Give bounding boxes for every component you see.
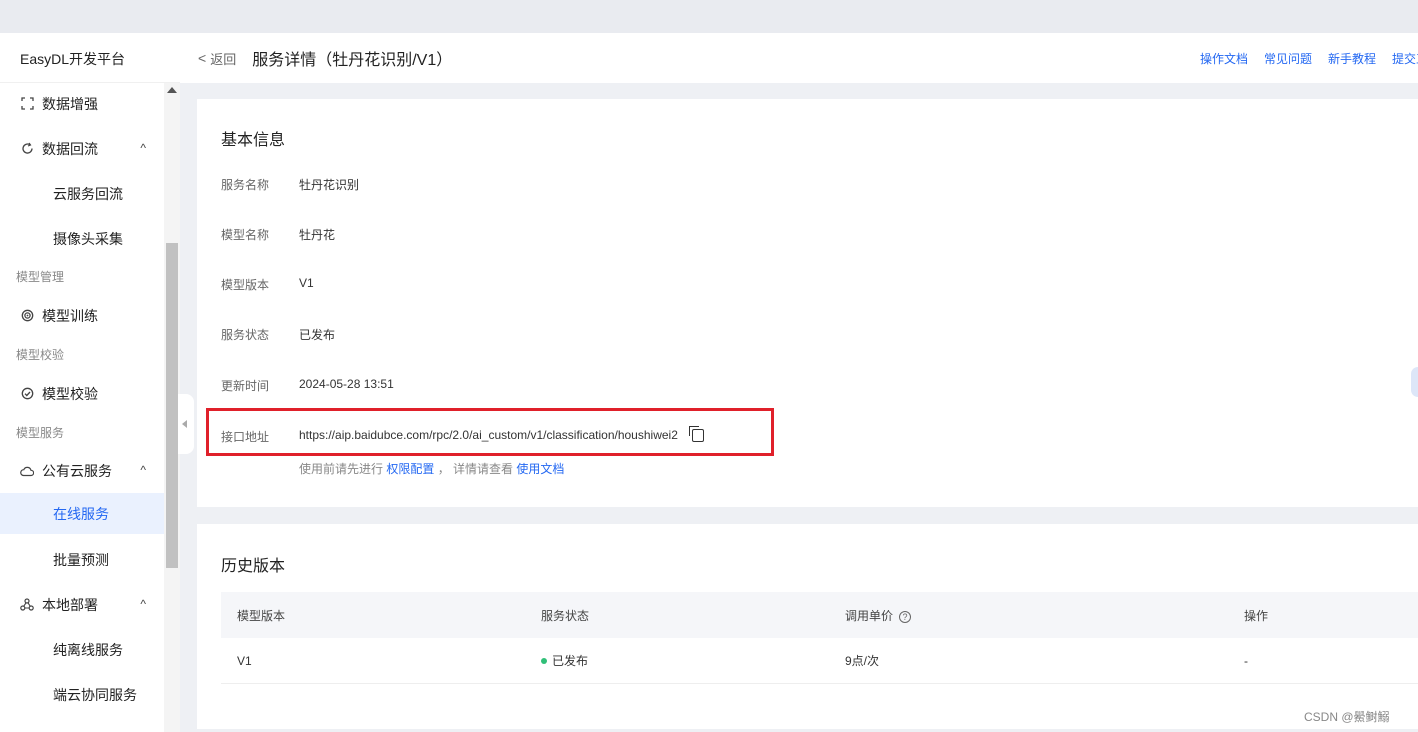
sidebar-item-offline-service[interactable]: 纯离线服务 (0, 629, 164, 670)
sidebar-item-label: 模型训练 (42, 307, 98, 324)
info-row-update-time: 更新时间 2024-05-28 13:51 (221, 377, 394, 394)
model-check-icon (19, 386, 35, 402)
history-card: 历史版本 模型版本 服务状态 调用单价? 操作 V1 已发布 9点/次 - (197, 524, 1418, 729)
data-enhance-icon (19, 96, 35, 112)
sidebar-menu: 数据增强 数据回流 ^ 云服务回流 摄像头采集 模型管理 模型训练 模型校验 模… (0, 83, 164, 732)
sidebar-item-cloud-reflow[interactable]: 云服务回流 (0, 173, 164, 214)
scroll-up-arrow-icon[interactable] (167, 87, 177, 93)
info-value: 已发布 (299, 328, 336, 342)
sidebar-item-data-enhance[interactable]: 数据增强 (0, 83, 164, 124)
cell-status: 已发布 (541, 652, 588, 669)
sidebar-item-local-deploy[interactable]: 本地部署 ^ (0, 584, 164, 625)
hint-text: ， 详情请查看 (437, 462, 514, 476)
collapse-arrow-icon (182, 420, 187, 428)
sidebar-item-label: 端云协同服务 (53, 686, 137, 703)
info-value: 牡丹花 (299, 228, 336, 242)
browser-top-strip (0, 0, 1418, 33)
cell-version: V1 (237, 653, 252, 668)
column-header: 服务状态 (541, 608, 590, 623)
permission-config-link[interactable]: 权限配置 (386, 462, 434, 476)
info-label: 更新时间 (221, 379, 270, 393)
link-submit-ticket[interactable]: 提交工单 (1392, 50, 1418, 67)
history-table: 模型版本 服务状态 调用单价? 操作 V1 已发布 9点/次 - (221, 592, 1418, 684)
back-link[interactable]: < 返回 (198, 49, 236, 68)
sidebar-item-label: 本地部署 (42, 596, 98, 613)
page-header: < 返回 服务详情（牡丹花识别/V1） 操作文档 常见问题 新手教程 提交工单 (180, 33, 1418, 83)
sidebar-item-edge-cloud-service[interactable]: 端云协同服务 (0, 674, 164, 715)
data-reflow-icon (19, 141, 35, 157)
chevron-up-icon[interactable]: ^ (140, 141, 146, 155)
sidebar-item-label: 公有云服务 (42, 462, 112, 479)
chevron-up-icon[interactable]: ^ (140, 597, 146, 611)
sidebar-collapse-handle[interactable] (178, 394, 194, 454)
sidebar-item-label: 纯离线服务 (53, 641, 123, 658)
info-label: 模型名称 (221, 228, 270, 242)
header-links: 操作文档 常见问题 新手教程 提交工单 (1184, 33, 1418, 83)
table-row: V1 已发布 9点/次 - (221, 638, 1418, 684)
link-tutorial[interactable]: 新手教程 (1328, 50, 1376, 67)
info-value: 2024-05-28 13:51 (299, 377, 394, 391)
info-row-model-name: 模型名称 牡丹花 (221, 226, 335, 243)
model-train-icon (19, 308, 35, 324)
sidebar-item-label: 模型校验 (42, 385, 98, 402)
chevron-left-icon: < (198, 50, 207, 66)
link-docs[interactable]: 操作文档 (1200, 50, 1248, 67)
sidebar-item-model-train[interactable]: 模型训练 (0, 295, 164, 336)
sidebar-group-label: 模型校验 (16, 348, 65, 362)
cell-price: 9点/次 (845, 654, 880, 668)
table-header: 模型版本 服务状态 调用单价? 操作 (221, 592, 1418, 638)
local-deploy-icon (19, 597, 35, 613)
info-row-model-version: 模型版本 V1 (221, 276, 314, 293)
column-header: 调用单价? (845, 607, 912, 624)
info-value: V1 (299, 276, 314, 290)
sidebar-item-label: 批量预测 (53, 551, 109, 568)
sidebar-item-label: 摄像头采集 (53, 230, 123, 247)
sidebar-item-camera-collect[interactable]: 摄像头采集 (0, 218, 164, 259)
hint-text: 使用前请先进行 (299, 462, 384, 476)
back-label: 返回 (210, 51, 237, 67)
info-label: 服务名称 (221, 178, 270, 192)
sidebar: EasyDL开发平台 数据增强 数据回流 ^ 云服务回流 摄像头采集 模型管理 … (0, 33, 180, 732)
column-header: 操作 (1244, 608, 1269, 623)
usage-doc-link[interactable]: 使用文档 (516, 462, 564, 476)
help-icon[interactable]: ? (899, 610, 912, 623)
info-label: 模型版本 (221, 278, 270, 292)
brand-title: EasyDL开发平台 (0, 33, 180, 83)
sidebar-item-label: 在线服务 (53, 505, 109, 522)
info-value: 牡丹花识别 (299, 178, 360, 192)
sidebar-item-batch-predict[interactable]: 批量预测 (0, 539, 164, 580)
sidebar-item-label: 数据增强 (42, 95, 98, 112)
info-row-service-name: 服务名称 牡丹花识别 (221, 176, 359, 193)
sidebar-group-label: 模型服务 (16, 426, 65, 440)
sidebar-item-model-check[interactable]: 模型校验 (0, 373, 164, 414)
sidebar-group-label: 模型管理 (16, 270, 65, 284)
api-address-highlight-box (206, 408, 774, 456)
sidebar-item-public-cloud[interactable]: 公有云服务 ^ (0, 450, 164, 491)
info-label: 服务状态 (221, 328, 270, 342)
sidebar-item-online-service[interactable]: 在线服务 (0, 493, 164, 534)
chevron-up-icon[interactable]: ^ (140, 463, 146, 477)
column-header: 模型版本 (237, 608, 286, 623)
cloud-icon (19, 463, 35, 479)
sidebar-item-label: 数据回流 (42, 140, 98, 157)
cell-action: - (1244, 653, 1248, 668)
scrollbar-thumb[interactable] (166, 243, 178, 568)
usage-hint: 使用前请先进行 权限配置 ， 详情请查看 使用文档 (299, 460, 564, 477)
basic-info-title: 基本信息 (221, 132, 286, 149)
page-title: 服务详情（牡丹花识别/V1） (252, 52, 453, 69)
status-dot-icon (541, 658, 547, 664)
history-title: 历史版本 (221, 558, 286, 575)
sidebar-item-label: 云服务回流 (53, 185, 123, 202)
watermark: CSDN @鱟鲥鰯 (1304, 710, 1390, 724)
floating-helper-button[interactable] (1411, 367, 1418, 397)
link-faq[interactable]: 常见问题 (1264, 50, 1312, 67)
sidebar-item-data-reflow[interactable]: 数据回流 ^ (0, 128, 164, 169)
info-row-service-status: 服务状态 已发布 (221, 326, 335, 343)
